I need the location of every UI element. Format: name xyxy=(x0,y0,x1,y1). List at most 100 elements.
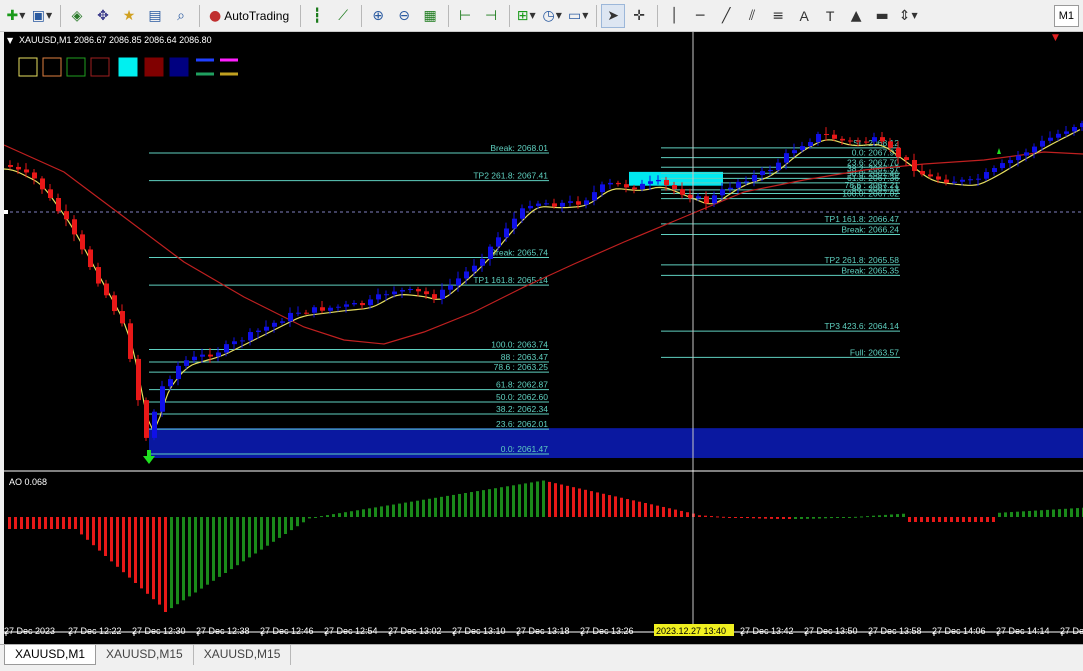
candle-body xyxy=(968,179,973,181)
trendline-button[interactable]: ╱ xyxy=(714,4,738,28)
chart-canvas[interactable]: Break: 2068.01 TP2 261.8: 2067.41 Break: 2… xyxy=(4,32,1083,644)
candle-body xyxy=(256,330,261,333)
candle-body xyxy=(400,290,405,292)
ao-bar xyxy=(458,493,461,517)
ao-bar xyxy=(590,491,593,517)
fibonacci-icon: ≡ xyxy=(772,7,785,24)
crosshair-tool-button[interactable]: ✛ xyxy=(627,4,651,28)
shape-triangle-button[interactable]: ▲ xyxy=(844,4,868,28)
ao-bar xyxy=(962,517,965,522)
legend-swatch[interactable] xyxy=(90,57,110,77)
zoom-out-button[interactable]: ⊖ xyxy=(392,4,416,28)
ao-bar xyxy=(86,517,89,540)
candle-body xyxy=(672,185,677,190)
market-watch-button[interactable]: ◈ xyxy=(65,4,89,28)
candle-body xyxy=(888,141,893,148)
ao-bar xyxy=(488,489,491,517)
ao-bar xyxy=(920,517,923,522)
candle-body xyxy=(544,203,549,205)
ao-bar xyxy=(278,517,281,538)
candle-body xyxy=(24,169,29,173)
candle-body xyxy=(352,303,357,305)
ao-bar xyxy=(980,517,983,522)
candle-body xyxy=(88,249,93,268)
legend-swatch[interactable] xyxy=(42,57,62,77)
ao-bar xyxy=(56,517,59,529)
new-chart-button[interactable]: ✚ ▼ xyxy=(4,4,28,28)
ao-bar xyxy=(416,500,419,517)
plus-chart-icon: ✚ xyxy=(6,7,19,24)
ao-bar xyxy=(560,484,563,517)
ao-bar xyxy=(464,493,467,517)
ao-bar xyxy=(332,514,335,517)
autotrading-button[interactable]: ● AutoTrading xyxy=(204,4,294,28)
legend-swatch[interactable] xyxy=(118,57,138,77)
collapse-triangle-icon[interactable]: ▼ xyxy=(7,36,14,45)
templates-button[interactable]: ▭ ▼ xyxy=(566,4,590,28)
time-axis-label: 27 Dec 13:10 xyxy=(452,626,506,636)
navigator-button[interactable]: ✥ xyxy=(91,4,115,28)
chart-tab[interactable]: XAUUSD,M15 xyxy=(96,645,194,665)
chart-tab[interactable]: XAUUSD,M15 xyxy=(194,645,292,665)
profiles-button[interactable]: ▣ ▼ xyxy=(30,4,54,28)
vertical-line-button[interactable]: │ xyxy=(662,4,686,28)
horizontal-line-button[interactable]: ─ xyxy=(688,4,712,28)
fib-level-label: 100.0: 2067.02 xyxy=(842,189,899,199)
chart-window[interactable]: Break: 2068.01 TP2 261.8: 2067.41 Break: 2… xyxy=(4,32,1083,644)
ao-bar xyxy=(944,517,947,522)
fibonacci-button[interactable]: ≡ xyxy=(766,4,790,28)
ao-bar xyxy=(572,487,575,517)
candle-body xyxy=(952,181,957,183)
ao-bar xyxy=(698,515,701,517)
legend-swatch[interactable] xyxy=(144,57,164,77)
ao-bar xyxy=(140,517,143,589)
candle-body xyxy=(1016,155,1021,161)
line-chart-button[interactable]: ⟋ xyxy=(331,4,355,28)
legend-swatch[interactable] xyxy=(66,57,86,77)
channel-button[interactable]: ⫽ xyxy=(740,4,764,28)
ao-bar xyxy=(338,513,341,517)
ao-bar xyxy=(38,517,41,529)
strategy-tester-button[interactable]: ⌕ xyxy=(169,4,193,28)
ao-bar xyxy=(584,489,587,517)
cursor-icon: ➤ xyxy=(607,7,620,24)
timeframe-selector[interactable]: M1 xyxy=(1053,4,1079,27)
fib-level-label: 61.8: 2062.87 xyxy=(496,380,548,390)
tile-windows-button[interactable]: ▦ xyxy=(418,4,442,28)
ao-bar xyxy=(554,483,557,517)
favorites-button[interactable]: ★ xyxy=(117,4,141,28)
chart-shift-button[interactable]: ⊢ xyxy=(453,4,477,28)
legend-swatch[interactable] xyxy=(169,57,189,77)
chart-tab[interactable]: XAUUSD,M1 xyxy=(4,645,97,665)
shape-rectangle-button[interactable]: ▬ xyxy=(870,4,894,28)
candle-body xyxy=(1008,160,1013,164)
ao-bar xyxy=(302,517,305,523)
indicators-button[interactable]: ⊞ ▼ xyxy=(514,4,538,28)
ao-bar xyxy=(908,517,911,522)
candle-body xyxy=(112,295,117,312)
text-label-button[interactable]: T xyxy=(818,4,842,28)
ao-bar xyxy=(260,517,263,550)
arrows-button[interactable]: ⇕ ▼ xyxy=(896,4,920,28)
text-tool-button[interactable]: A xyxy=(792,4,816,28)
periods-button[interactable]: ◷ ▼ xyxy=(540,4,564,28)
bar-chart-button[interactable]: ┇ xyxy=(305,4,329,28)
ao-bar xyxy=(212,517,215,581)
ao-bar xyxy=(1004,512,1007,517)
candle-body xyxy=(944,179,949,183)
candle-body xyxy=(128,323,133,359)
legend-swatch[interactable] xyxy=(18,57,38,77)
candle-body xyxy=(680,189,685,195)
ao-bar xyxy=(686,512,689,517)
cursor-tool-button[interactable]: ➤ xyxy=(601,3,626,28)
candle-body xyxy=(304,312,309,314)
caret-icon: ▼ xyxy=(582,11,589,20)
fib-level-label: TP2 261.8: 2065.58 xyxy=(824,255,899,265)
terminal-button[interactable]: ▤ xyxy=(143,4,167,28)
candle-body xyxy=(360,303,365,306)
candle-body xyxy=(344,304,349,307)
autoscroll-button[interactable]: ⊣ xyxy=(479,4,503,28)
fib-level-label: 50.0: 2062.60 xyxy=(496,392,548,402)
candle-body xyxy=(472,265,477,272)
zoom-in-button[interactable]: ⊕ xyxy=(366,4,390,28)
